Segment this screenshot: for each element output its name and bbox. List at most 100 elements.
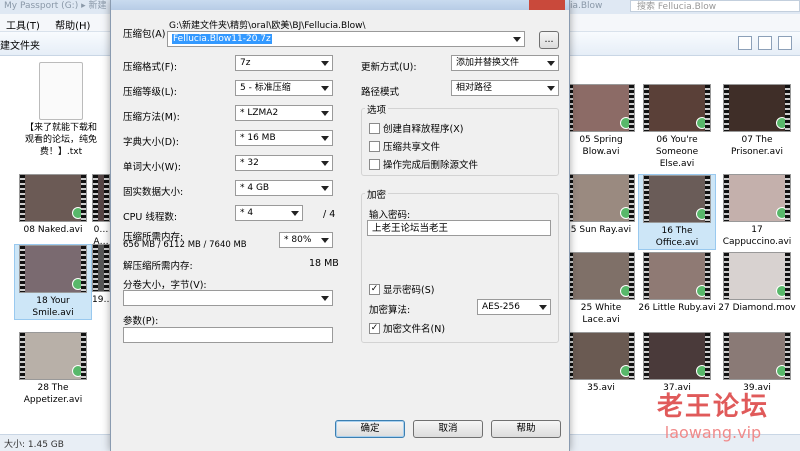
solid-label: 固实数据大小: [123,187,184,198]
new-folder-button[interactable]: 建文件夹 [0,37,40,52]
format-label: 压缩格式(F): [123,62,178,73]
video-thumbnail [723,332,791,380]
file-name: 16 The Office.avi [655,226,699,248]
media-play-icon [696,117,708,129]
file-item-txt[interactable]: 【来了就能下载和观看的论坛，纯免费！】.txt [22,62,100,158]
file-item-video[interactable]: 18 Your Smile.avi [14,244,92,320]
media-play-icon [776,207,788,219]
media-play-icon [696,285,708,297]
update-mode-select[interactable]: 添加并替换文件 [451,55,559,71]
file-name: 【来了就能下载和观看的论坛，纯免费！】.txt [24,123,97,157]
password-input[interactable]: 上老王论坛当老王 [367,220,551,236]
encryption-method-label: 加密算法: [369,305,411,316]
media-play-icon [72,278,84,290]
file-item-video[interactable]: 05 Spring Blow.avi [562,84,640,158]
file-name: 19… [92,295,110,305]
sfx-checkbox[interactable]: 创建自释放程序(X) [369,121,463,135]
video-thumbnail [567,332,635,380]
file-item-video[interactable]: 37.avi [638,332,716,394]
file-item-video[interactable]: 19… [92,244,110,306]
file-item-video[interactable]: 25 White Lace.avi [562,252,640,326]
search-placeholder: 搜索 Fellucia.Blow [637,2,717,12]
encryption-method-select[interactable]: AES-256 [477,299,551,315]
help-icon[interactable] [778,36,792,50]
file-item-video[interactable]: 28 The Appetizer.avi [14,332,92,406]
watermark: 老王论坛 laowang.vip [628,386,798,442]
chevron-down-icon [321,86,329,91]
dict-select[interactable]: * 16 MB [235,130,333,146]
dialog-titlebar [111,0,569,10]
encrypt-names-checkbox[interactable]: ✓ 加密文件名(N) [369,321,445,335]
encryption-method-value: AES-256 [482,302,520,312]
close-button[interactable] [529,0,565,10]
help-button[interactable]: 帮助 [491,420,561,438]
update-mode-value: 添加并替换文件 [456,58,520,68]
file-item-video[interactable]: 0…A… [92,174,110,248]
view-options-icon[interactable] [738,36,752,50]
cancel-button[interactable]: 取消 [413,420,483,438]
video-thumbnail [19,245,87,293]
checkbox-label: 显示密码(S) [383,285,435,296]
search-box[interactable]: 搜索 Fellucia.Blow [630,0,800,12]
chevron-down-icon [321,136,329,141]
chevron-down-icon [547,61,555,66]
dict-label: 字典大小(D): [123,137,179,148]
word-label: 单词大小(W): [123,162,182,173]
threads-select[interactable]: * 4 [235,205,303,221]
checkbox-box [369,122,380,134]
chevron-down-icon [321,61,329,66]
file-item-video[interactable]: 17 Cappuccino.avi [718,174,796,248]
file-item-video[interactable]: 39.avi [718,332,796,394]
level-select[interactable]: 5 - 标准压缩 [235,80,333,96]
chevron-down-icon [321,238,329,243]
solid-value: * 4 GB [240,183,270,193]
archive-path: G:\新建文件夹\精剪\oral\欧美\BJ\Fellucia.Blow\ [169,21,366,31]
checkbox-label: 创建自释放程序(X) [383,124,464,135]
file-name: 17 Cappuccino.avi [722,225,792,247]
volume-select[interactable] [123,290,333,306]
file-item-video[interactable]: 16 The Office.avi [638,174,716,250]
word-select[interactable]: * 32 [235,155,333,171]
video-thumbnail [567,174,635,222]
browse-button[interactable]: ... [539,31,559,49]
method-select[interactable]: * LZMA2 [235,105,333,121]
media-play-icon [696,208,708,220]
volume-label: 分卷大小，字节(V): [123,280,207,291]
preview-pane-icon[interactable] [758,36,772,50]
dict-value: * 16 MB [240,133,276,143]
mem-usage-value: * 80% [284,235,312,245]
media-play-icon [776,117,788,129]
ok-button[interactable]: 确定 [335,420,405,438]
path-mode-select[interactable]: 相对路径 [451,80,559,96]
video-thumbnail [19,174,87,222]
checkbox-box [369,158,380,170]
chevron-down-icon [539,305,547,310]
shared-files-checkbox[interactable]: 压缩共享文件 [369,139,440,153]
video-thumbnail [643,332,711,380]
video-thumbnail [723,252,791,300]
check-icon: ✓ [369,283,380,295]
file-item-video[interactable]: 26 Little Ruby.avi [638,252,716,314]
status-size: 大小: 1.45 GB [4,440,64,450]
file-item-video[interactable]: 08 Naked.avi [14,174,92,236]
format-select[interactable]: 7z [235,55,333,71]
delete-after-checkbox[interactable]: 操作完成后删除源文件 [369,157,478,171]
show-password-checkbox[interactable]: ✓ 显示密码(S) [369,282,434,296]
chevron-down-icon [321,186,329,191]
solid-select[interactable]: * 4 GB [235,180,333,196]
video-thumbnail [92,174,110,222]
mem-usage-select[interactable]: * 80% [279,232,333,248]
file-name: 06 You're Someone Else.avi [655,135,699,169]
checkbox-box [369,140,380,152]
params-input[interactable] [123,327,333,343]
file-item-video[interactable]: 27 Diamond.mov [718,252,796,314]
file-item-video[interactable]: 07 The Prisoner.avi [718,84,796,158]
media-play-icon [776,365,788,377]
file-item-video[interactable]: 35.avi [562,332,640,394]
file-name: 28 The Appetizer.avi [23,383,83,405]
archive-name-combo[interactable]: Fellucia.Blow11-20.7z [167,31,525,47]
video-thumbnail [723,84,791,132]
file-item-video[interactable]: 06 You're Someone Else.avi [638,84,716,170]
file-name: 07 The Prisoner.avi [731,135,783,157]
file-item-video[interactable]: 5 Sun Ray.avi [562,174,640,236]
